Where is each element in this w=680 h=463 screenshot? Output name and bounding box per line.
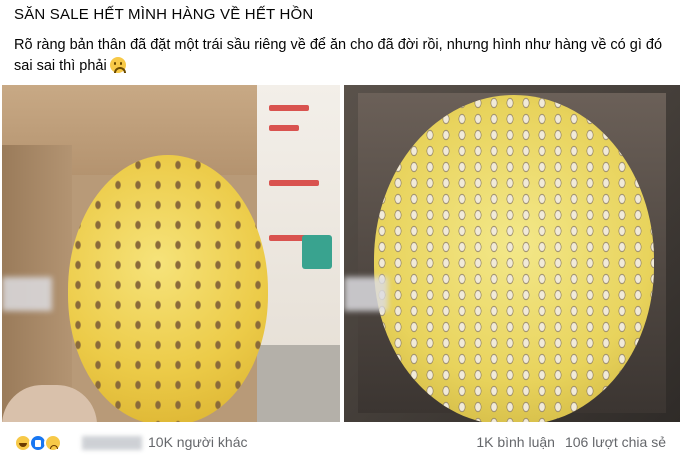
post-caption: Rõ ràng bản thân đã đặt một trái sầu riê…: [14, 35, 670, 77]
reactions-others-count[interactable]: 10K người khác: [148, 434, 248, 450]
sunflower-seed-spikes: [374, 95, 654, 422]
paper-shadow: [257, 345, 340, 422]
sunflower-seed-spikes: [68, 155, 268, 422]
blurred-watermark: [344, 277, 388, 311]
paper-print-mark: [269, 125, 299, 131]
reactions-summary[interactable]: [14, 434, 62, 452]
comments-count-link[interactable]: 1K bình luận: [476, 434, 555, 450]
post-footer: 10K người khác 1K bình luận 106 lượt chia…: [0, 422, 680, 463]
packing-paper: [257, 85, 340, 422]
post-photo-right[interactable]: [344, 85, 680, 422]
blurred-user-name: [82, 436, 142, 450]
facebook-post: SĂN SALE HẾT MÌNH HÀNG VỀ HẾT HỒN Rõ ràn…: [0, 0, 680, 463]
post-headline: SĂN SALE HẾT MÌNH HÀNG VỀ HẾT HỒN: [14, 6, 314, 23]
post-photo-left[interactable]: [2, 85, 340, 422]
blurred-watermark: [2, 277, 52, 311]
fake-durian-right: [374, 95, 654, 422]
paper-print-logo: [302, 235, 332, 269]
post-stats: 1K bình luận 106 lượt chia sẻ: [476, 434, 666, 450]
fake-durian-left: [68, 155, 268, 422]
paper-print-mark: [269, 180, 319, 186]
shares-count-link[interactable]: 106 lượt chia sẻ: [565, 434, 666, 450]
paper-print-mark: [269, 105, 309, 111]
sad-reaction-icon: [44, 434, 62, 452]
sad-face-emoji-icon: [109, 57, 126, 73]
